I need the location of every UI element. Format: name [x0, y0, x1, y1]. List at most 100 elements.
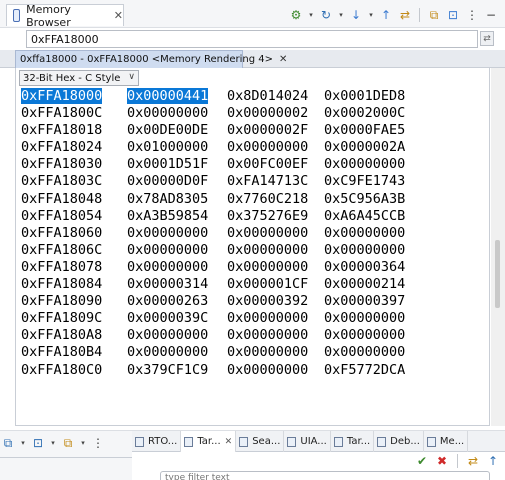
memory-word-cell[interactable]: 0x379CF1C9: [127, 362, 208, 378]
memory-word-cell[interactable]: 0x00000000: [127, 259, 208, 275]
memory-word-cell[interactable]: 0x00000392: [227, 293, 308, 309]
memory-word-cell[interactable]: 0x00000000: [127, 105, 208, 121]
check-icon[interactable]: ✔: [414, 453, 430, 469]
link-icon[interactable]: ⇄: [465, 453, 481, 469]
new-view-icon[interactable]: ⧉: [426, 7, 442, 23]
import-icon[interactable]: ↓: [348, 7, 364, 23]
memory-rendering-tab[interactable]: 0xffa18000 - 0xFFA18000 <Memory Renderin…: [15, 50, 287, 68]
memory-word-cell[interactable]: 0x0000FAE5: [324, 122, 405, 138]
memory-word-cell[interactable]: 0x00000000: [127, 242, 208, 258]
memory-address-cell[interactable]: 0xFFA18030: [21, 156, 102, 172]
memory-address-cell[interactable]: 0xFFA18000: [21, 88, 103, 104]
view-menu-icon[interactable]: ⋮: [464, 7, 480, 23]
chevron-down-icon[interactable]: ▾: [337, 7, 345, 23]
close-icon[interactable]: ✕: [114, 9, 123, 22]
memory-word-cell[interactable]: 0x00000000: [127, 344, 208, 360]
memory-address-cell[interactable]: 0xFFA18060: [21, 225, 102, 241]
memory-word-cell[interactable]: 0x5C956A3B: [324, 191, 405, 207]
memory-word-cell[interactable]: 0x000001CF: [227, 276, 308, 292]
memory-word-cell[interactable]: 0x00DE00DE: [127, 122, 208, 138]
memory-word-cell[interactable]: 0xA6A45CCB: [324, 208, 405, 224]
vertical-scrollbar[interactable]: [491, 68, 505, 426]
memory-address-cell[interactable]: 0xFFA1803C: [21, 173, 102, 189]
memory-word-cell[interactable]: 0x00000364: [324, 259, 405, 275]
minimize-icon[interactable]: −: [483, 7, 499, 23]
memory-word-cell[interactable]: 0x00000000: [227, 344, 308, 360]
memory-word-cell[interactable]: 0x8D014024: [227, 88, 308, 104]
memory-word-cell[interactable]: 0x00000000: [324, 156, 405, 172]
display-icon[interactable]: ⊡: [30, 435, 46, 451]
memory-word-cell[interactable]: 0x0002000C: [324, 105, 405, 121]
gear-icon[interactable]: ⚙: [288, 7, 304, 23]
memory-address-cell[interactable]: 0xFFA18024: [21, 139, 102, 155]
memory-word-cell[interactable]: 0x00000D0F: [127, 173, 208, 189]
memory-address-cell[interactable]: 0xFFA18018: [21, 122, 102, 138]
chevron-down-icon[interactable]: ▾: [79, 435, 87, 451]
memory-word-cell[interactable]: 0x00FC00EF: [227, 156, 308, 172]
memory-address-cell[interactable]: 0xFFA18054: [21, 208, 102, 224]
memory-word-cell[interactable]: 0x375276E9: [227, 208, 308, 224]
bottom-tab[interactable]: Tar... ✕: [181, 431, 237, 452]
memory-word-cell[interactable]: 0x00000000: [324, 327, 405, 343]
memory-word-cell[interactable]: 0x00000000: [324, 225, 405, 241]
memory-word-cell[interactable]: 0x0000002A: [324, 139, 405, 155]
memory-address-cell[interactable]: 0xFFA18078: [21, 259, 102, 275]
scrollbar-thumb[interactable]: [495, 240, 500, 308]
memory-word-cell[interactable]: 0x00000263: [127, 293, 208, 309]
refresh-icon[interactable]: ↻: [318, 7, 334, 23]
chevron-down-icon[interactable]: ▾: [367, 7, 375, 23]
memory-word-cell[interactable]: 0x00000000: [227, 327, 308, 343]
bottom-tab[interactable]: Sea...: [236, 431, 285, 452]
bottom-tab[interactable]: UIA...: [284, 431, 331, 452]
format-dropdown[interactable]: 32-Bit Hex - C Style ∨: [19, 70, 139, 86]
memory-word-cell[interactable]: 0x00000000: [324, 242, 405, 258]
address-input[interactable]: [26, 30, 478, 48]
memory-word-cell[interactable]: 0x00000314: [127, 276, 208, 292]
memory-word-cell[interactable]: 0x78AD8305: [127, 191, 208, 207]
memory-word-cell[interactable]: 0x00000397: [324, 293, 405, 309]
memory-word-cell[interactable]: 0x00000000: [227, 242, 308, 258]
bottom-tab[interactable]: Deb...: [374, 431, 424, 452]
memory-word-cell[interactable]: 0x00000000: [324, 310, 405, 326]
memory-address-cell[interactable]: 0xFFA180C0: [21, 362, 102, 378]
memory-word-cell[interactable]: 0xC9FE1743: [324, 173, 405, 189]
memory-word-cell[interactable]: 0x00000000: [127, 327, 208, 343]
memory-word-cell[interactable]: 0x0001DED8: [324, 88, 405, 104]
close-icon[interactable]: ✕: [225, 437, 233, 447]
bottom-tab[interactable]: RTO...: [132, 431, 182, 452]
go-button[interactable]: ⇄: [480, 31, 494, 46]
memory-address-cell[interactable]: 0xFFA180A8: [21, 327, 102, 343]
memory-address-cell[interactable]: 0xFFA1809C: [21, 310, 102, 326]
memory-address-cell[interactable]: 0xFFA18048: [21, 191, 102, 207]
pin-icon[interactable]: ⊡: [445, 7, 461, 23]
export-icon[interactable]: ↑: [378, 7, 394, 23]
memory-address-cell[interactable]: 0xFFA1806C: [21, 242, 102, 258]
memory-word-cell[interactable]: 0x00000000: [227, 310, 308, 326]
chevron-down-icon[interactable]: ▾: [307, 7, 315, 23]
memory-word-cell[interactable]: 0x0000002F: [227, 122, 308, 138]
memory-word-cell[interactable]: 0x00000000: [127, 225, 208, 241]
memory-word-cell[interactable]: 0x00000000: [227, 362, 308, 378]
expand-icon[interactable]: ↑: [485, 453, 501, 469]
memory-word-cell[interactable]: 0xA3B59854: [127, 208, 208, 224]
memory-address-cell[interactable]: 0xFFA18090: [21, 293, 102, 309]
memory-word-cell[interactable]: 0xFA14713C: [227, 173, 308, 189]
memory-word-cell[interactable]: 0x0001D51F: [127, 156, 208, 172]
memory-browser-tab[interactable]: Memory Browser ✕: [6, 3, 124, 29]
memory-word-cell[interactable]: 0x00000214: [324, 276, 405, 292]
open-console-icon[interactable]: ⧉: [60, 435, 76, 451]
memory-word-cell[interactable]: 0x7760C218: [227, 191, 308, 207]
view-menu-icon[interactable]: ⋮: [90, 435, 106, 451]
memory-word-cell[interactable]: 0xF5772DCA: [324, 362, 405, 378]
memory-word-cell[interactable]: 0x00000000: [227, 259, 308, 275]
memory-word-cell[interactable]: 0x0000039C: [127, 310, 208, 326]
memory-address-cell[interactable]: 0xFFA180B4: [21, 344, 102, 360]
memory-word-cell[interactable]: 0x00000002: [227, 105, 308, 121]
bottom-tab[interactable]: Tar...: [331, 431, 375, 452]
filter-input[interactable]: [160, 471, 490, 480]
memory-word-cell[interactable]: 0x00000000: [227, 139, 308, 155]
memory-word-cell[interactable]: 0x00000000: [324, 344, 405, 360]
close-icon[interactable]: ✕: [279, 54, 287, 65]
memory-word-cell[interactable]: 0x00000000: [227, 225, 308, 241]
memory-word-cell[interactable]: 0x01000000: [127, 139, 208, 155]
